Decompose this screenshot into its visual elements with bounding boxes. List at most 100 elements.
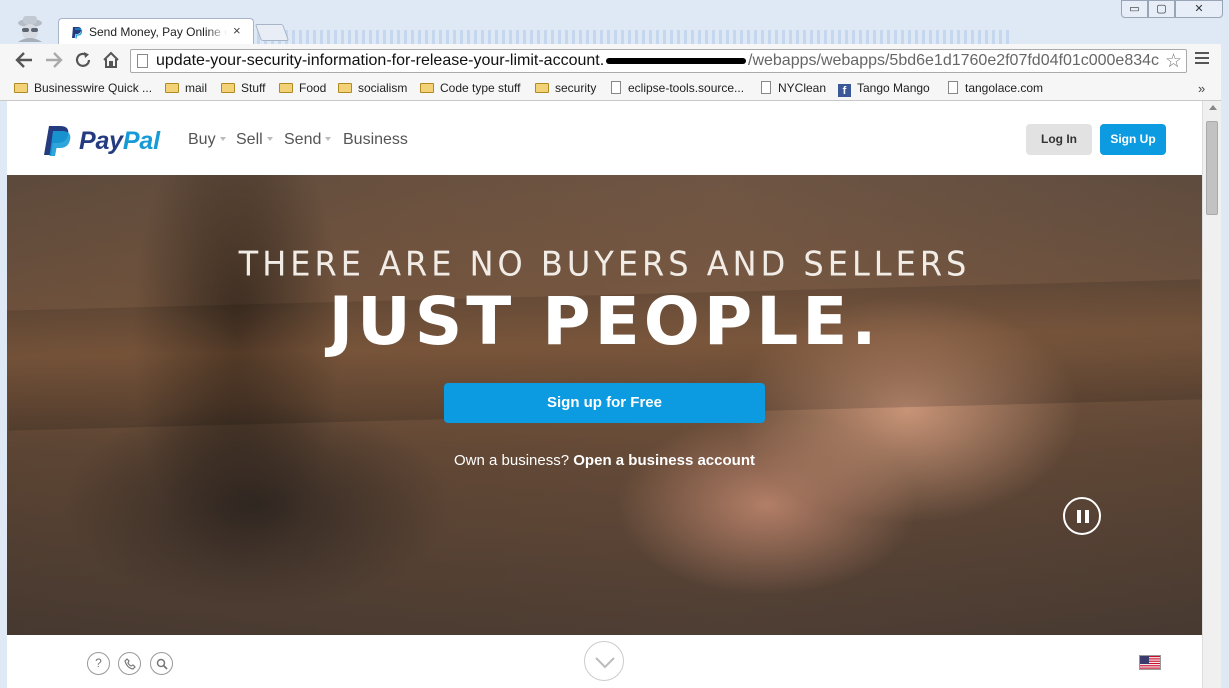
bookmark-item[interactable]: eclipse-tools.source... <box>611 81 744 98</box>
caret-down-icon <box>219 137 226 141</box>
paypal-logo-icon[interactable] <box>43 125 73 157</box>
browser-menu-icon[interactable] <box>1195 52 1209 67</box>
tab-close-button[interactable]: × <box>233 23 241 38</box>
bookmark-star-icon[interactable]: ☆ <box>1162 50 1182 72</box>
footer-strip: ? <box>7 635 1202 688</box>
titlebar-background-pattern <box>250 30 1010 44</box>
scroll-down-button[interactable] <box>584 641 624 681</box>
bookmark-label: Food <box>299 81 327 95</box>
bookmark-item[interactable]: socialism <box>338 81 407 98</box>
window-close-button[interactable]: ✕ <box>1175 0 1223 18</box>
bookmark-item[interactable]: mail <box>165 81 207 98</box>
browser-toolbar: update-your-security-information-for-rel… <box>0 44 1229 78</box>
nav-item-sell[interactable]: Sell <box>236 131 273 149</box>
logo-word-pay: Pay <box>79 127 123 155</box>
scrollbar-thumb[interactable] <box>1206 121 1218 215</box>
phone-glyph <box>123 658 136 670</box>
url-host: update-your-security-information-for-rel… <box>156 52 605 69</box>
logo-word-pal: Pal <box>122 127 160 155</box>
window-frame-left <box>0 101 7 688</box>
window-maximize-button[interactable]: ▢ <box>1148 0 1175 18</box>
facebook-icon: f <box>838 84 851 97</box>
bookmark-item[interactable]: f Tango Mango <box>838 81 930 98</box>
page-icon <box>611 81 621 94</box>
hero-tagline: THERE ARE NO BUYERS AND SELLERS <box>238 244 971 284</box>
nav-item-business[interactable]: Business <box>343 131 408 149</box>
bookmark-label: Stuff <box>241 81 266 95</box>
bookmark-label: Code type stuff <box>440 81 521 95</box>
nav-item-send[interactable]: Send <box>284 131 332 149</box>
bookmark-label: tangolace.com <box>965 81 1044 95</box>
url-path: /webapps/webapps/5bd6e1d1760e2f07fd04f01… <box>748 52 1160 69</box>
folder-icon <box>221 83 235 93</box>
bookmark-item[interactable]: Food <box>279 81 326 98</box>
chevron-down-icon <box>595 657 615 669</box>
help-icon[interactable]: ? <box>87 652 110 675</box>
pause-video-button[interactable] <box>1063 497 1101 535</box>
bookmark-label: socialism <box>358 81 408 95</box>
us-flag-icon[interactable] <box>1139 655 1161 670</box>
scroll-up-arrow-icon[interactable] <box>1209 105 1217 110</box>
search-icon[interactable] <box>150 652 173 675</box>
nav-item-buy[interactable]: Buy <box>188 131 226 149</box>
folder-icon <box>420 83 434 93</box>
signup-button[interactable]: Sign Up <box>1100 124 1166 155</box>
bookmark-item[interactable]: tangolace.com <box>948 81 1043 98</box>
folder-icon <box>14 83 28 93</box>
address-bar[interactable]: update-your-security-information-for-rel… <box>130 49 1187 73</box>
new-tab-button[interactable] <box>254 24 290 41</box>
folder-icon <box>279 83 293 93</box>
back-arrow-icon[interactable] <box>14 51 34 69</box>
bookmark-item[interactable]: security <box>535 81 596 98</box>
home-icon[interactable] <box>102 51 120 69</box>
open-business-account-link[interactable]: Open a business account <box>573 452 755 469</box>
bookmark-label: Businesswire Quick ... <box>34 81 153 95</box>
business-prompt-text: Own a business? <box>454 452 570 469</box>
page-icon <box>948 81 958 94</box>
pause-icon-bar <box>1085 510 1089 523</box>
hero-headline: JUST PEOPLE. <box>328 283 881 360</box>
nav-label: Buy <box>188 131 216 148</box>
bookmark-item[interactable]: Stuff <box>221 81 265 98</box>
site-header: PayPal Buy Sell Send Business Log In Sig… <box>7 101 1202 175</box>
forward-arrow-icon[interactable] <box>44 51 64 69</box>
browser-titlebar: Send Money, Pay Online o × ▭ ▢ ✕ <box>0 0 1229 44</box>
login-button[interactable]: Log In <box>1026 124 1092 155</box>
browser-tab-active[interactable]: Send Money, Pay Online o × <box>58 18 254 44</box>
bookmark-label: security <box>555 81 597 95</box>
phone-icon[interactable] <box>118 652 141 675</box>
paypal-wordmark[interactable]: PayPal <box>79 127 160 156</box>
hero-section: THERE ARE NO BUYERS AND SELLERS JUST PEO… <box>7 175 1202 635</box>
pause-icon-bar <box>1077 510 1081 523</box>
paypal-favicon-icon <box>72 27 83 39</box>
page-scrollbar[interactable] <box>1202 101 1221 688</box>
bookmarks-overflow-button[interactable]: » <box>1198 81 1205 96</box>
tab-title: Send Money, Pay Online o <box>89 25 227 39</box>
bookmark-item[interactable]: Code type stuff <box>420 81 521 98</box>
caret-down-icon <box>266 137 273 141</box>
bookmark-label: NYClean <box>778 81 827 95</box>
us-flag-graphic <box>1140 656 1160 669</box>
caret-down-icon <box>325 137 332 141</box>
nav-label: Business <box>343 131 408 148</box>
bookmark-item[interactable]: Businesswire Quick ... <box>14 81 152 98</box>
window-frame-right <box>1221 44 1229 688</box>
page-icon <box>137 54 148 68</box>
bookmark-label: mail <box>185 81 208 95</box>
bookmarks-bar: Businesswire Quick ... mail Stuff Food s… <box>0 78 1229 101</box>
bookmark-label: eclipse-tools.source... <box>628 81 745 95</box>
reload-icon[interactable] <box>74 51 92 69</box>
signup-free-button[interactable]: Sign up for Free <box>444 383 765 423</box>
folder-icon <box>535 83 549 93</box>
nav-label: Sell <box>236 131 263 148</box>
url-redaction-mark <box>606 58 746 64</box>
bookmark-label: Tango Mango <box>857 81 930 95</box>
business-account-prompt: Own a business? Open a business account <box>7 452 1202 469</box>
incognito-icon <box>18 16 42 42</box>
folder-icon <box>338 83 352 93</box>
window-minimize-button[interactable]: ▭ <box>1121 0 1148 18</box>
folder-icon <box>165 83 179 93</box>
search-glyph <box>156 658 168 670</box>
bookmark-item[interactable]: NYClean <box>761 81 826 98</box>
nav-label: Send <box>284 131 322 148</box>
